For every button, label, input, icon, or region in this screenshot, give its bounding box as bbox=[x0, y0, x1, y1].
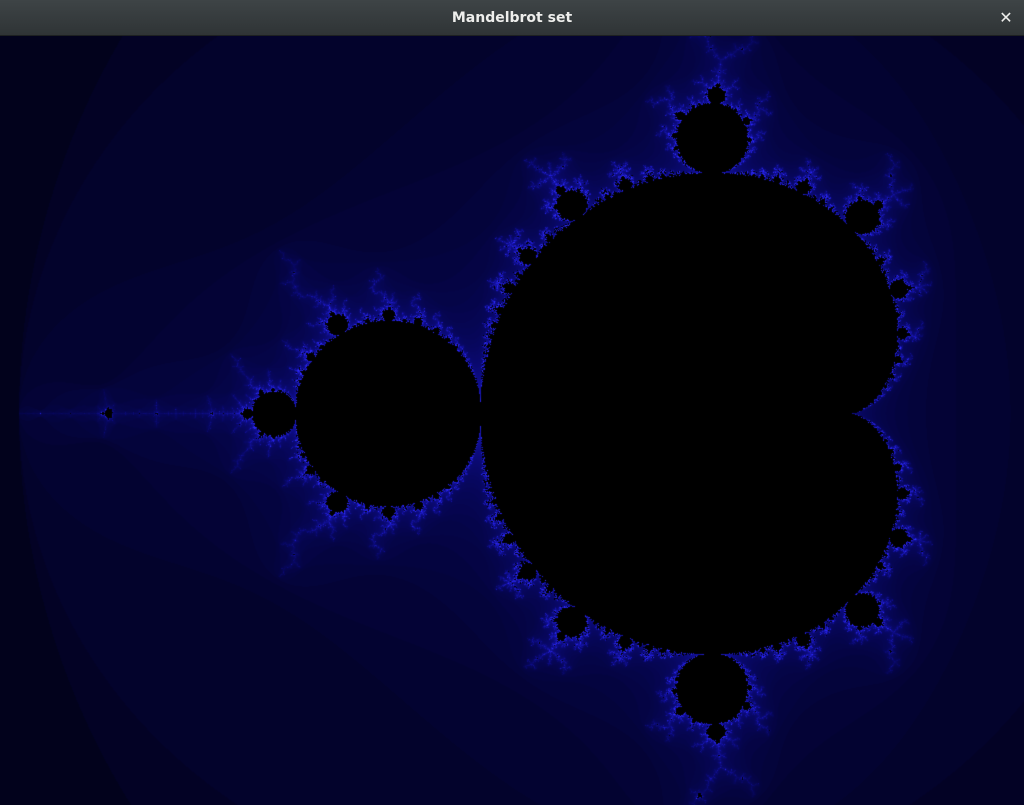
app-window: Mandelbrot set ✕ bbox=[0, 0, 1024, 805]
mandelbrot-canvas[interactable] bbox=[0, 36, 1024, 805]
fractal-viewport[interactable] bbox=[0, 36, 1024, 805]
window-title: Mandelbrot set bbox=[451, 10, 573, 26]
title-bar[interactable]: Mandelbrot set ✕ bbox=[0, 0, 1024, 36]
close-icon[interactable]: ✕ bbox=[994, 6, 1018, 30]
